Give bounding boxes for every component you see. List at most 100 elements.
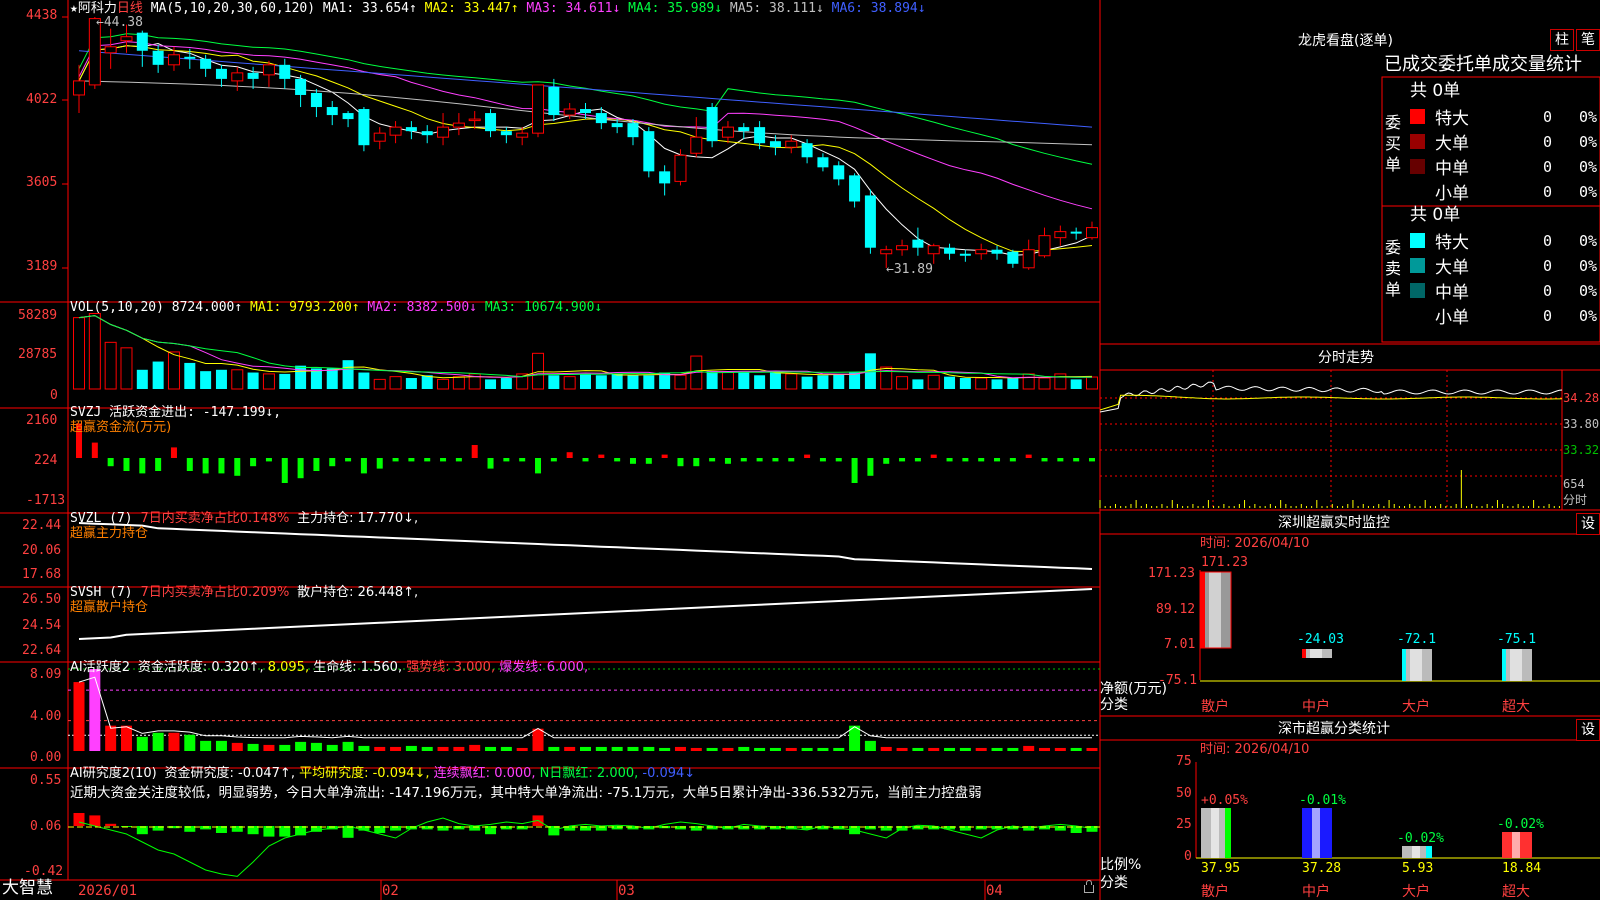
svzj-bar: [867, 458, 874, 476]
ai-activity-bar: [532, 728, 544, 751]
candle-body: [944, 247, 956, 254]
candle-body: [532, 84, 545, 134]
ai-activity-bar: [833, 747, 845, 751]
ai-activity-bar: [706, 747, 718, 751]
ai-activity-bar: [864, 740, 876, 751]
sell-rows: 特大 0 0% 大单 0 0% 中单 0 0% 小单 0 0%: [1410, 228, 1600, 328]
svzl-tick-1: 20.06: [22, 543, 62, 558]
candle-body: [73, 80, 85, 96]
ai-activity-bar: [944, 747, 956, 751]
sell-pct-0: 0%: [1579, 231, 1598, 250]
ai-activity-bar: [595, 746, 607, 751]
sell-side-label: 委 卖 单: [1384, 238, 1401, 299]
ai-item-2: 生命线: 1.560,: [309, 660, 403, 675]
ai-activity-bar: [421, 746, 433, 751]
ai-activity-bar: [263, 744, 275, 751]
ai-activity-bar: [295, 741, 307, 751]
ai-activity-bar: [896, 747, 908, 751]
date-label-2: 03: [618, 883, 635, 899]
candle-body: [184, 56, 196, 59]
monitor-title: 深圳超赢实时监控: [1278, 515, 1390, 531]
classify-title: 深市超赢分类统计: [1278, 721, 1390, 737]
svzj-bar: [566, 452, 573, 458]
monitor-settings-button[interactable]: 设: [1576, 513, 1600, 535]
ai-header: AI活跃度2 资金活跃度: 0.320↑, 8.095, 生命线: 1.560,…: [70, 661, 588, 674]
monitor-ytick-1: 89.12: [1156, 602, 1196, 617]
bar-mode-button[interactable]: 柱: [1550, 29, 1574, 51]
candle-body: [912, 239, 924, 248]
candle-body: [516, 132, 529, 138]
svzj-bar: [1057, 458, 1064, 462]
svzj-bar: [550, 458, 557, 462]
candle-body: [721, 126, 734, 138]
ma-item-4: MA5: 38.111↓: [722, 1, 824, 16]
svsh-holding: 散户持仓: 26.448↑,: [297, 585, 419, 600]
candle-body: [975, 249, 988, 255]
sell-count-0: 0: [1543, 231, 1553, 250]
ai-activity-bar: [611, 746, 623, 751]
candle-body: [991, 249, 1003, 254]
svzj-bar: [819, 458, 826, 462]
ai-activity-bar: [342, 741, 354, 751]
date-label-3: 04: [986, 883, 1003, 899]
ai-activity-bar: [247, 743, 259, 751]
svzl-prefix: SVZL (7): [70, 511, 133, 526]
candle-body: [754, 127, 766, 144]
candle-body: [595, 113, 607, 124]
svzj-bar: [740, 458, 747, 462]
sell-row-1: 大单 0 0%: [1410, 253, 1600, 278]
classify-settings-button[interactable]: 设: [1576, 719, 1600, 741]
intraday-tick-4: 分时: [1563, 493, 1588, 507]
sell-swatch-1: [1410, 258, 1425, 273]
period-label[interactable]: 日线: [117, 1, 143, 16]
ai-activity-bar: [659, 747, 671, 751]
classify-time: 时间: 2026/04/10: [1200, 742, 1310, 757]
svsh-prefix: SVSH (7): [70, 585, 133, 600]
vol-ma-line-2: [78, 315, 1093, 379]
candle-body: [200, 58, 212, 69]
svzj-bar: [899, 458, 906, 462]
ai-activity-bar: [279, 744, 291, 751]
svzl-header: SVZL (7) 7日内买卖净占比0.148% 主力持仓: 17.770↓,: [70, 512, 418, 525]
ai-tick-0: 8.09: [30, 667, 62, 682]
svsh-tick-2: 22.64: [22, 643, 62, 658]
ma-line-2: [78, 45, 1093, 253]
ai-activity-line: [78, 676, 1092, 739]
tick-mode-button[interactable]: 笔: [1576, 29, 1600, 51]
volume-bar: [120, 347, 133, 390]
ma-line-1: [78, 42, 1093, 256]
ai-activity-bar: [959, 747, 971, 751]
volume-bar: [833, 373, 845, 389]
ai-activity-bar: [73, 682, 85, 751]
ai-activity-bar: [168, 732, 180, 751]
volume-bar: [358, 372, 370, 389]
ai-tick-2: 0.00: [30, 750, 62, 765]
svzj-bar: [962, 458, 969, 462]
sell-row-0: 特大 0 0%: [1410, 228, 1600, 253]
svzj-bar: [424, 458, 431, 462]
ai-activity-bar: [437, 746, 449, 751]
ai-activity-bar: [136, 736, 148, 751]
volume-bar: [912, 379, 924, 389]
svzj-bar: [804, 454, 811, 458]
sell-label-0: 特大: [1435, 233, 1469, 253]
volume-bar: [500, 378, 512, 389]
svzj-bar: [946, 458, 953, 462]
ai-activity-bar: [643, 746, 655, 751]
ai-activity-bar: [231, 742, 243, 751]
lock-icon[interactable]: [1084, 880, 1094, 893]
candle-body: [120, 36, 133, 42]
candle-body: [738, 127, 750, 132]
svzj-bar: [218, 458, 225, 474]
ai-activity-bar: [1023, 745, 1035, 751]
favorite-star-icon[interactable]: ★: [70, 1, 78, 16]
monitor-time: 时间: 2026/04/10: [1200, 536, 1310, 551]
ai-prefix: AI活跃度2: [70, 660, 130, 675]
volume-bar: [849, 372, 861, 389]
buy-swatch-3: [1410, 184, 1425, 199]
ma-item-2: MA3: 34.611↓: [518, 1, 621, 16]
vol-ma-line-1: [78, 315, 1093, 379]
ai-activity-bar: [89, 669, 101, 751]
volume-bar: [326, 368, 338, 389]
candle-body: [310, 92, 322, 108]
